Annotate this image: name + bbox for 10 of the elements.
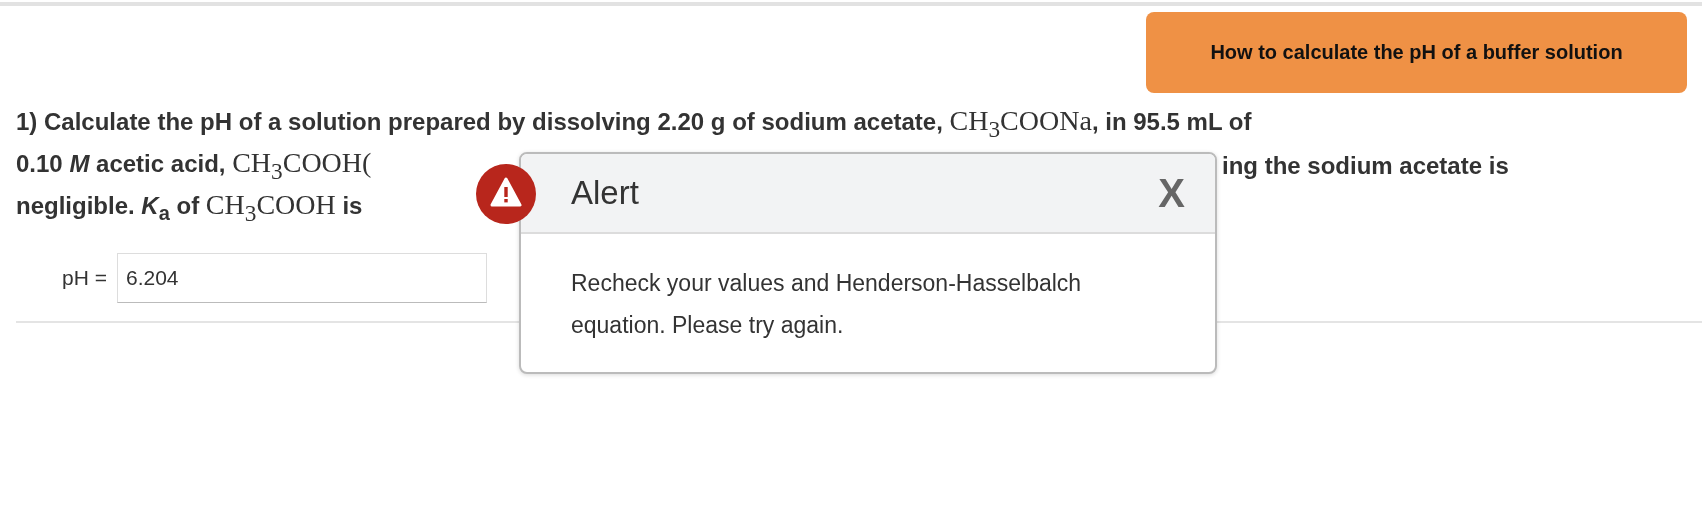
question-text: ing the sodium acetate is [1222, 151, 1510, 181]
ph-input[interactable]: 6.204 [116, 253, 487, 303]
help-button[interactable]: How to calculate the pH of a buffer solution [1146, 12, 1687, 93]
alert-message: Recheck your values and Henderson-Hasselbalch equation. Please try again. [571, 269, 1083, 340]
ph-label: pH = [62, 266, 107, 290]
question-text: 0.10 M acetic acid, CH$_{3}$COOH( [16, 146, 372, 186]
alert-title: Alert [571, 174, 639, 212]
question-text: negligible. K$_{a}$ of CH$_{3}$COOH is [16, 188, 363, 228]
close-button[interactable]: X [1158, 170, 1185, 216]
question-text: 1) Calculate the pH of a solution prepared by dissolving 2.20 g of sodium acetate, CH$_{3}$COONa, in 95.5 mL of [16, 104, 1252, 144]
